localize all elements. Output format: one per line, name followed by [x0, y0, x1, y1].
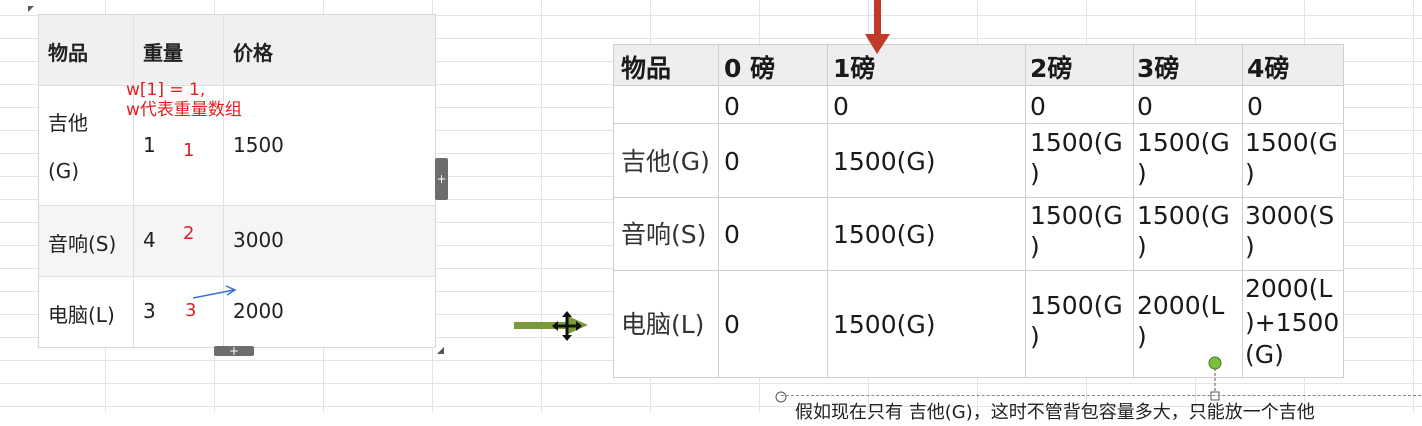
rotate-handle-icon[interactable]: [1208, 356, 1222, 401]
footer-note-text: 假如现在只有 吉他(G)，这时不管背包容量多大，只能放一个吉他: [795, 402, 1315, 423]
annotation-arrows: [192, 0, 1222, 403]
move-cursor-icon: [552, 311, 582, 341]
right-arrow-icon: [192, 285, 237, 299]
down-arrow-icon: [865, 0, 890, 54]
